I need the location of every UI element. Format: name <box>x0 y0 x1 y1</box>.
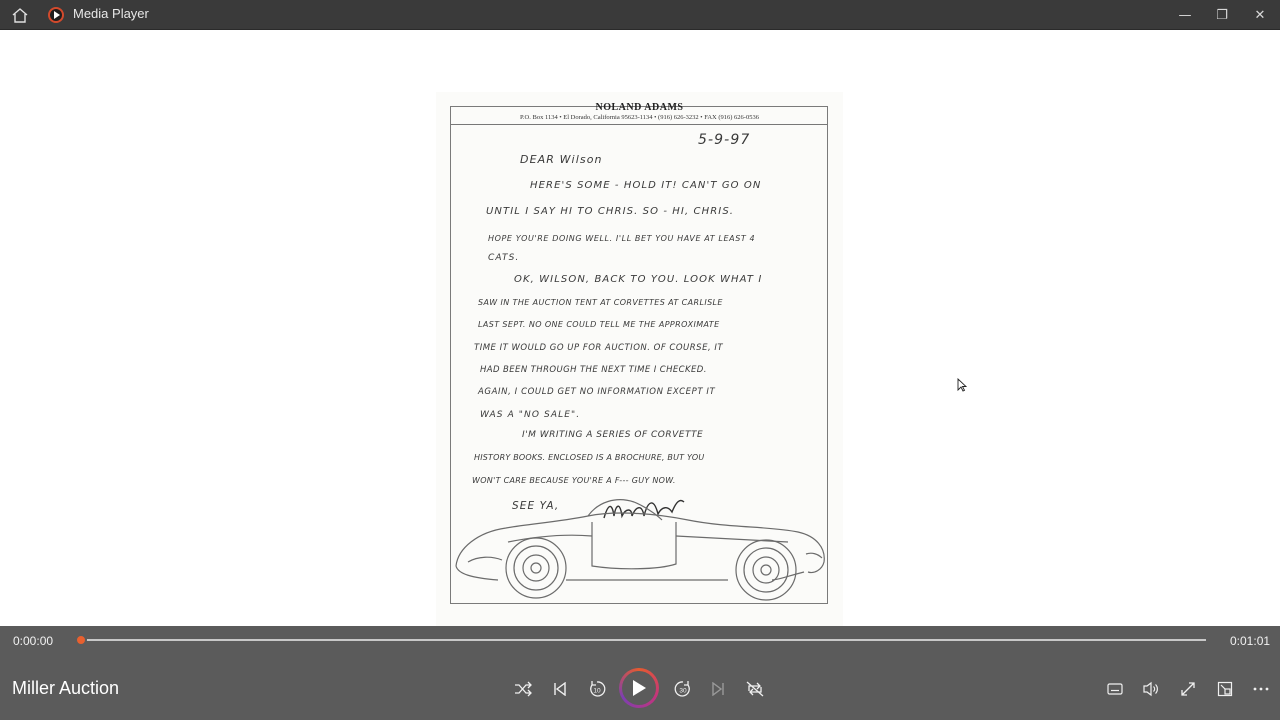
letter-line: HISTORY BOOKS. ENCLOSED IS A BROCHURE, B… <box>474 453 705 462</box>
shuffle-icon <box>515 681 532 697</box>
duration-time: 0:01:01 <box>1230 634 1271 648</box>
letter-line: CATS. <box>488 253 520 263</box>
play-icon <box>633 680 646 696</box>
letter-line: OK, WILSON, BACK TO YOU. LOOK WHAT I <box>514 274 763 285</box>
play-button-inner <box>622 671 656 705</box>
svg-text:30: 30 <box>679 688 687 695</box>
window-title: Media Player <box>73 6 149 21</box>
previous-button[interactable] <box>547 676 573 702</box>
letter-line: HAD BEEN THROUGH THE NEXT TIME I CHECKED… <box>480 365 707 375</box>
fullscreen-icon <box>1181 682 1195 696</box>
play-button[interactable] <box>619 668 659 708</box>
letter-date: 5-9-97 <box>698 132 751 148</box>
letter-line: TIME IT WOULD GO UP FOR AUCTION. OF COUR… <box>474 343 724 353</box>
mini-player-icon <box>1217 681 1233 697</box>
shuffle-button[interactable] <box>510 676 536 702</box>
skip-back-10-button[interactable]: 10 <box>584 676 610 702</box>
more-options-button[interactable] <box>1248 676 1274 702</box>
next-icon <box>712 682 724 696</box>
corvette-drawing <box>455 499 825 601</box>
letter-line: AGAIN, I COULD GET NO INFORMATION EXCEPT… <box>478 387 716 397</box>
video-stage[interactable]: NOLAND ADAMS P.O. Box 1134 • El Dorado, … <box>0 30 1280 626</box>
title-bar: Media Player — ❐ ✕ <box>0 0 1280 30</box>
letterhead-address: P.O. Box 1134 • El Dorado, California 95… <box>520 114 759 121</box>
next-button[interactable] <box>705 676 731 702</box>
fullscreen-button[interactable] <box>1175 676 1201 702</box>
minimize-button[interactable]: — <box>1166 0 1204 30</box>
letter-line: WON'T CARE BECAUSE YOU'RE A F--- GUY NOW… <box>472 476 676 485</box>
more-icon <box>1253 687 1269 691</box>
letter-line: HERE'S SOME - HOLD IT! CAN'T GO ON <box>530 180 762 191</box>
svg-text:10: 10 <box>593 688 601 695</box>
captions-icon <box>1107 683 1123 695</box>
letter-image: NOLAND ADAMS P.O. Box 1134 • El Dorado, … <box>436 92 843 626</box>
skip-forward-30-button[interactable]: 30 <box>670 676 696 702</box>
home-icon[interactable] <box>11 7 29 23</box>
letter-line: UNTIL I SAY HI TO CHRIS. SO - HI, CHRIS. <box>486 206 735 217</box>
mini-player-button[interactable] <box>1212 676 1238 702</box>
restore-icon: ❐ <box>1216 7 1228 23</box>
volume-icon <box>1143 681 1158 697</box>
media-player-icon <box>48 7 64 23</box>
letter-line: SAW IN THE AUCTION TENT AT CORVETTES AT … <box>478 298 723 307</box>
media-title: Miller Auction <box>12 678 120 698</box>
letter-line: I'M WRITING A SERIES OF CORVETTE <box>522 430 704 440</box>
letterhead-rule <box>451 124 827 125</box>
forward-30-icon: 30 <box>674 681 690 697</box>
previous-icon <box>554 682 566 696</box>
captions-button[interactable] <box>1102 676 1128 702</box>
repeat-button[interactable] <box>742 676 768 702</box>
letterhead-name: NOLAND ADAMS <box>595 102 684 113</box>
repeat-off-icon <box>746 681 764 697</box>
mouse-cursor-icon <box>957 378 967 392</box>
rewind-10-icon: 10 <box>590 681 606 697</box>
close-button[interactable]: ✕ <box>1241 0 1279 30</box>
restore-button[interactable]: ❐ <box>1203 0 1241 30</box>
seek-thumb[interactable] <box>75 634 87 646</box>
transport-controls: 0:00:00 0:01:01 Miller Auction 10 30 <box>0 626 1280 720</box>
volume-button[interactable] <box>1138 676 1164 702</box>
elapsed-time: 0:00:00 <box>13 634 54 648</box>
close-icon: ✕ <box>1254 7 1266 23</box>
letter-line: HOPE YOU'RE DOING WELL. I'LL BET YOU HAV… <box>488 234 756 243</box>
seek-bar[interactable] <box>81 639 1206 641</box>
letter-line: WAS A "NO SALE". <box>480 410 581 420</box>
letter-line: LAST SEPT. NO ONE COULD TELL ME THE APPR… <box>478 320 720 329</box>
letter-line: DEAR Wilson <box>520 153 603 166</box>
minimize-icon: — <box>1178 7 1192 23</box>
